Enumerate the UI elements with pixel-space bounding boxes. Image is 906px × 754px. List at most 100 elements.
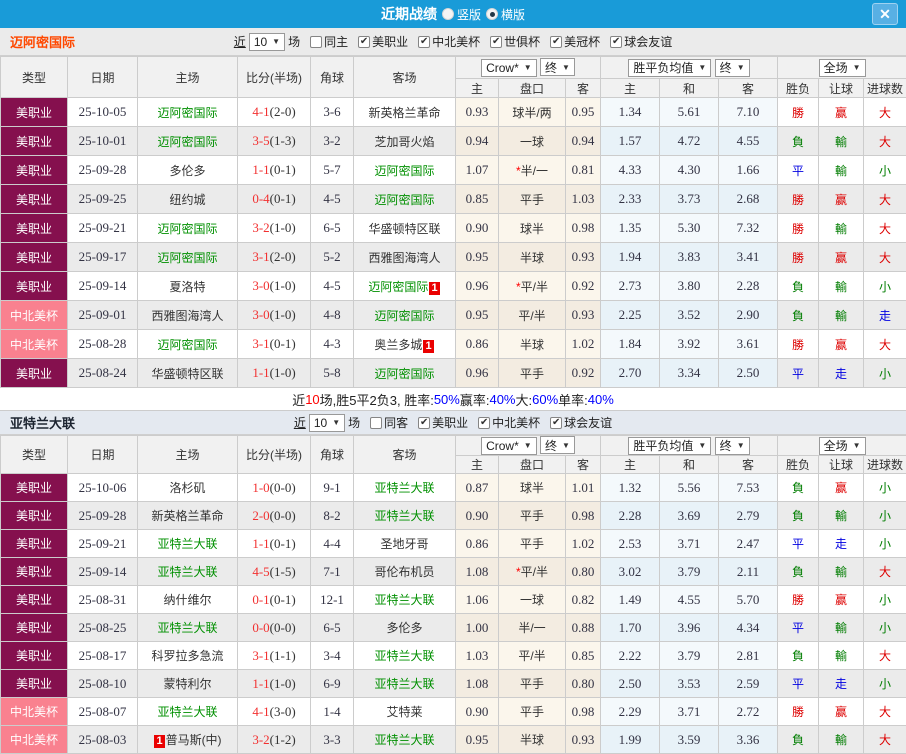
full-match-select[interactable]: 全场▼ xyxy=(819,437,866,455)
radio-vertical-layout[interactable]: 竖版 xyxy=(442,6,481,23)
full-time-score: 1-1 xyxy=(252,162,269,177)
home-team-name: 洛杉矶 xyxy=(169,481,205,495)
league-filter-checkbox[interactable]: ✔美职业 xyxy=(351,33,408,50)
titlebar: 近期战绩 竖版 横版 ✕ xyxy=(0,0,906,28)
checkbox-checked-icon[interactable]: ✔ xyxy=(550,417,562,429)
away-team-name: 西雅图海湾人 xyxy=(368,251,440,265)
checkbox-unchecked-icon[interactable] xyxy=(370,417,382,429)
sub-header: 主 xyxy=(601,79,660,98)
league-cell: 美职业 xyxy=(1,642,68,670)
checkbox-checked-icon[interactable]: ✔ xyxy=(418,36,430,48)
home-team-cell: 亚特兰大联 xyxy=(138,614,238,642)
near-link[interactable]: 近 xyxy=(234,33,246,50)
caret-down-icon: ▼ xyxy=(524,63,532,72)
crow-company-select[interactable]: Crow*▼ xyxy=(481,437,537,455)
radio-horizontal-layout[interactable]: 横版 xyxy=(486,6,525,23)
win-lose-result-cell: 勝 xyxy=(778,214,819,243)
checkbox-checked-icon[interactable]: ✔ xyxy=(418,417,430,429)
full-match-select[interactable]: 全场▼ xyxy=(819,59,866,77)
half-time-score: (2-0) xyxy=(270,104,296,119)
corner-cell: 12-1 xyxy=(311,586,354,614)
table-row: 美职业25-09-14亚特兰大联4-5(1-5)7-1哥伦布机员1.08*平/半… xyxy=(1,558,906,586)
corner-cell: 1-4 xyxy=(311,698,354,726)
odds-home-cell: 0.85 xyxy=(456,185,499,214)
goals-result-cell: 小 xyxy=(864,502,906,530)
league-filter-checkbox[interactable]: ✔球会友谊 xyxy=(543,414,612,431)
final-odds-select[interactable]: 终▼ xyxy=(540,436,575,454)
avg-odds-select[interactable]: 胜平负均值▼ xyxy=(628,59,711,77)
final-avg-select[interactable]: 终▼ xyxy=(715,59,750,77)
full-time-score: 0-0 xyxy=(252,620,269,635)
avg-home-cell: 1.99 xyxy=(601,726,660,754)
close-button[interactable]: ✕ xyxy=(872,3,898,25)
checkbox-checked-icon[interactable]: ✔ xyxy=(358,36,370,48)
win-lose-result-cell: 負 xyxy=(778,301,819,330)
final-odds-select[interactable]: 终▼ xyxy=(540,58,575,76)
league-filter-checkbox[interactable]: ✔球会友谊 xyxy=(603,33,672,50)
handicap-result-cell: 輸 xyxy=(819,301,864,330)
checkbox-checked-icon[interactable]: ✔ xyxy=(490,36,502,48)
caret-down-icon: ▼ xyxy=(524,441,532,450)
full-time-score: 2-0 xyxy=(252,508,269,523)
radio-selected-icon[interactable] xyxy=(486,8,498,20)
half-time-score: (1-0) xyxy=(270,220,296,235)
league-filter-checkbox[interactable]: ✔中北美杯 xyxy=(411,33,480,50)
same-venue-checkbox[interactable]: 同客 xyxy=(363,414,408,431)
checkbox-checked-icon[interactable]: ✔ xyxy=(478,417,490,429)
avg-odds-select[interactable]: 胜平负均值▼ xyxy=(628,437,711,455)
near-link[interactable]: 近 xyxy=(294,414,306,431)
final-avg-select[interactable]: 终▼ xyxy=(715,437,750,455)
away-team-cell: 迈阿密国际 xyxy=(354,301,456,330)
half-time-score: (0-1) xyxy=(270,336,296,351)
avg-home-cell: 1.70 xyxy=(601,614,660,642)
avg-home-cell: 2.53 xyxy=(601,530,660,558)
date-cell: 25-08-24 xyxy=(68,359,138,388)
avg-away-cell: 2.68 xyxy=(719,185,778,214)
home-team-cell: 新英格兰革命 xyxy=(138,502,238,530)
away-team-name: 哥伦布机员 xyxy=(374,565,434,579)
radio-unselected-icon[interactable] xyxy=(442,8,454,20)
league-filter-label: 球会友谊 xyxy=(564,414,612,431)
avg-away-cell: 2.28 xyxy=(719,272,778,301)
match-count-select[interactable]: 10▼ xyxy=(249,33,285,51)
league-filter-checkbox[interactable]: ✔世俱杯 xyxy=(483,33,540,50)
league-filter-checkbox[interactable]: ✔美冠杯 xyxy=(543,33,600,50)
summary-segment: 10 xyxy=(305,392,319,407)
handicap-cell: 半/一 xyxy=(499,614,566,642)
checkbox-checked-icon[interactable]: ✔ xyxy=(610,36,622,48)
home-team-name: 夏洛特 xyxy=(169,280,205,294)
date-cell: 25-09-21 xyxy=(68,530,138,558)
sub-header: 主 xyxy=(456,79,499,98)
odds-away-cell: 0.82 xyxy=(566,586,601,614)
league-cell: 美职业 xyxy=(1,614,68,642)
odds-home-cell: 1.00 xyxy=(456,614,499,642)
same-venue-checkbox[interactable]: 同主 xyxy=(303,33,348,50)
caret-down-icon: ▼ xyxy=(737,63,745,72)
header-row-groups: 类型日期主场比分(半场)角球客场Crow*▼ 终▼胜平负均值▼ 终▼全场▼ xyxy=(1,436,906,456)
checkbox-unchecked-icon[interactable] xyxy=(310,36,322,48)
half-time-score: (0-0) xyxy=(270,508,296,523)
home-team-name: 亚特兰大联 xyxy=(157,565,217,579)
caret-down-icon: ▼ xyxy=(332,418,340,427)
checkbox-checked-icon[interactable]: ✔ xyxy=(550,36,562,48)
filter-controls: 近10▼场同客✔美职业✔中北美杯✔球会友谊 xyxy=(294,414,612,432)
half-time-score: (0-1) xyxy=(270,162,296,177)
league-filter-checkbox[interactable]: ✔美职业 xyxy=(411,414,468,431)
caret-down-icon: ▼ xyxy=(698,63,706,72)
home-team-cell: 迈阿密国际 xyxy=(138,98,238,127)
handicap-cell: 半球 xyxy=(499,243,566,272)
away-team-cell: 迈阿密国际1 xyxy=(354,272,456,301)
score-cell: 3-5(1-3) xyxy=(238,127,311,156)
score-cell: 4-1(3-0) xyxy=(238,698,311,726)
avg-draw-cell: 5.61 xyxy=(660,98,719,127)
match-count-select[interactable]: 10▼ xyxy=(309,414,345,432)
away-team-name: 亚特兰大联 xyxy=(374,677,434,691)
score-cell: 3-1(0-1) xyxy=(238,330,311,359)
league-filter-checkbox[interactable]: ✔中北美杯 xyxy=(471,414,540,431)
crow-company-select[interactable]: Crow*▼ xyxy=(481,59,537,77)
summary-segment: 40% xyxy=(489,392,515,407)
date-cell: 25-08-03 xyxy=(68,726,138,754)
avg-draw-cell: 5.30 xyxy=(660,214,719,243)
handicap-text: 平手 xyxy=(520,677,544,691)
away-team-cell: 迈阿密国际 xyxy=(354,185,456,214)
